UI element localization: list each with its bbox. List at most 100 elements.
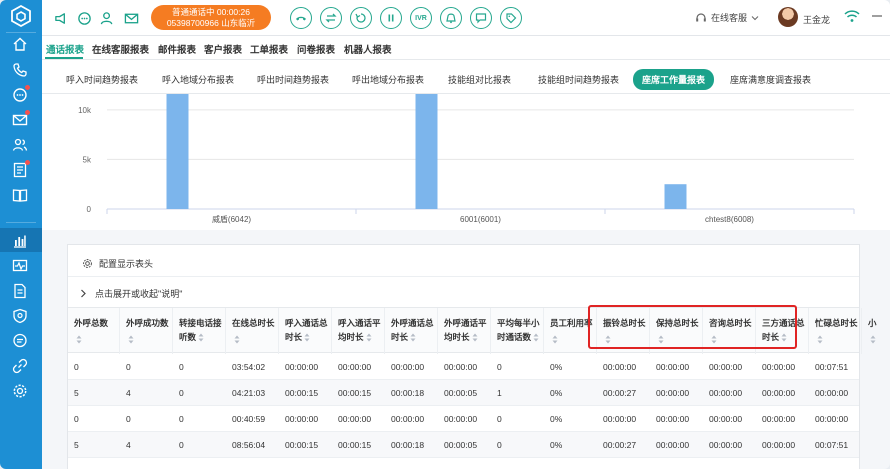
avatar[interactable]: [778, 7, 798, 27]
table-cell: 0: [74, 362, 79, 372]
column-header[interactable]: 外呼总数: [68, 308, 120, 354]
table-cell: 00:00:00: [391, 414, 425, 424]
column-header-text: 时长: [391, 332, 409, 342]
sort-icon[interactable]: [128, 335, 134, 344]
user-add-icon[interactable]: [98, 9, 116, 27]
table-cell: 00:00:27: [603, 440, 637, 450]
sidebar-report-chart-icon[interactable]: [10, 231, 30, 251]
table-cell: 0: [179, 440, 184, 450]
sidebar-mail-icon[interactable]: [10, 110, 30, 130]
mute-button[interactable]: [440, 7, 462, 29]
pause-button[interactable]: [380, 7, 402, 29]
announce-icon[interactable]: [52, 9, 70, 27]
subtab-outbound-region[interactable]: 呼出地域分布报表: [352, 73, 424, 86]
column-header-text: 忙碌总时长: [815, 318, 858, 328]
message-button[interactable]: [470, 7, 492, 29]
user-name[interactable]: 王金龙: [803, 13, 830, 26]
tab-call-report[interactable]: 通话报表: [46, 42, 84, 56]
expand-description-label: 点击展开或收起"说明": [95, 289, 183, 299]
sort-icon[interactable]: [870, 335, 876, 344]
config-header-button[interactable]: 配置显示表头: [82, 257, 153, 270]
table-cell: 00:00:18: [391, 388, 425, 398]
chat-bubble-icon[interactable]: [75, 9, 93, 27]
subtab-inbound-region[interactable]: 呼入地域分布报表: [162, 73, 234, 86]
table-row[interactable]: 0 0 0 00:40:59 00:00:00 00:00:00 00:00:00 00:00…: [68, 406, 859, 432]
table-cell: 0: [179, 362, 184, 372]
tab-online-service-report[interactable]: 在线客服报表: [92, 42, 149, 56]
table-cell: 5: [74, 388, 79, 398]
column-header[interactable]: 外呼成功数: [120, 308, 173, 354]
table-row[interactable]: 5 4 0 08:56:04 00:00:15 00:00:15 00:00:18 00:00…: [68, 432, 859, 458]
sort-icon[interactable]: [817, 335, 823, 344]
sort-icon[interactable]: [76, 335, 82, 344]
sidebar-divider: [6, 222, 36, 223]
column-header[interactable]: 外呼通话总 时长: [385, 308, 438, 354]
table-cell: 00:00:00: [709, 362, 743, 372]
column-header[interactable]: 转接电话接 听数: [173, 308, 226, 354]
sort-icon[interactable]: [198, 333, 204, 342]
mail-icon[interactable]: [122, 9, 140, 27]
sidebar-phone-icon[interactable]: [10, 60, 30, 80]
transfer-button[interactable]: [320, 7, 342, 29]
table-cell: 00:00:15: [338, 440, 372, 450]
table-cell: 00:00:00: [391, 362, 425, 372]
ivr-button[interactable]: IVR: [410, 7, 432, 29]
tab-customer-report[interactable]: 客户报表: [204, 42, 242, 56]
sidebar-gear-icon[interactable]: [10, 381, 30, 401]
call-status-pill[interactable]: 普通通话中 00:00:26 05398700966 山东临沂: [151, 5, 271, 30]
sidebar-book-icon[interactable]: [10, 185, 30, 205]
tag-button[interactable]: [500, 7, 522, 29]
tab-survey-report[interactable]: 问卷报表: [297, 42, 335, 56]
notification-dot: [25, 160, 30, 165]
table-cell: 00:00:00: [603, 362, 637, 372]
column-header[interactable]: 在线总时长: [226, 308, 279, 354]
sort-icon[interactable]: [533, 333, 539, 342]
expand-description-toggle[interactable]: 点击展开或收起"说明": [80, 287, 182, 300]
column-header[interactable]: 呼入通话平 均时长: [332, 308, 385, 354]
table-cell: 00:00:00: [656, 362, 690, 372]
table-cell: 00:00:05: [444, 388, 478, 398]
subtab-agent-satisfaction[interactable]: 座席满意度调查报表: [730, 73, 811, 86]
table-cell: 00:07:51: [815, 362, 849, 372]
tab-robot-report[interactable]: 机器人报表: [344, 42, 392, 56]
subtab-skillgroup-compare[interactable]: 技能组对比报表: [448, 73, 511, 86]
sidebar-message-icon[interactable]: [10, 331, 30, 351]
sidebar-shield-icon[interactable]: [10, 306, 30, 326]
sidebar-link-icon[interactable]: [10, 356, 30, 376]
subtab-outbound-trend[interactable]: 呼出时间趋势报表: [257, 73, 329, 86]
table-cell: 00:07:51: [815, 440, 849, 450]
minimize-icon[interactable]: [870, 9, 884, 25]
table-cell: 00:00:05: [444, 440, 478, 450]
column-header-text: 呼入通话总: [285, 318, 328, 328]
table-row[interactable]: 0 0 0 03:54:02 00:00:00 00:00:00 00:00:00 00:00…: [68, 354, 859, 380]
subtab-inbound-trend[interactable]: 呼入时间趋势报表: [66, 73, 138, 86]
column-header[interactable]: 忙碌总时长: [809, 308, 862, 354]
table-cell: 00:00:18: [391, 440, 425, 450]
sort-icon[interactable]: [410, 333, 416, 342]
sidebar-home-icon[interactable]: [10, 34, 30, 54]
sort-icon[interactable]: [472, 333, 478, 342]
tab-ticket-report[interactable]: 工单报表: [250, 42, 288, 56]
sidebar-contacts-icon[interactable]: [10, 135, 30, 155]
sort-icon[interactable]: [552, 335, 558, 344]
sort-icon[interactable]: [366, 333, 372, 342]
subtab-skillgroup-trend[interactable]: 技能组时间趋势报表: [538, 73, 619, 86]
table-row[interactable]: 5 4 0 04:21:03 00:00:15 00:00:15 00:00:18 00:00…: [68, 380, 859, 406]
sidebar-ticket-icon[interactable]: [10, 160, 30, 180]
sidebar-chat-icon[interactable]: [10, 85, 30, 105]
column-header[interactable]: 小: [862, 308, 877, 354]
consult-button[interactable]: [350, 7, 372, 29]
table-panel: 配置显示表头 点击展开或收起"说明" 外呼总数 外呼成功数 转接电话接 听数 在线总时长…: [67, 244, 877, 469]
column-header[interactable]: 外呼通话平 均时长: [438, 308, 491, 354]
subtab-agent-workload[interactable]: 座席工作量报表: [633, 69, 715, 90]
hangup-button[interactable]: [290, 7, 312, 29]
sidebar-monitor-icon[interactable]: [10, 256, 30, 276]
tab-mail-report[interactable]: 邮件报表: [158, 42, 196, 56]
agent-status-dropdown[interactable]: 在线客服: [695, 11, 759, 24]
table-cell: 00:00:00: [444, 414, 478, 424]
sidebar-document-icon[interactable]: [10, 281, 30, 301]
column-header[interactable]: 平均每半小 时通话数: [491, 308, 544, 354]
sort-icon[interactable]: [234, 335, 240, 344]
column-header[interactable]: 呼入通话总 时长: [279, 308, 332, 354]
sort-icon[interactable]: [304, 333, 310, 342]
